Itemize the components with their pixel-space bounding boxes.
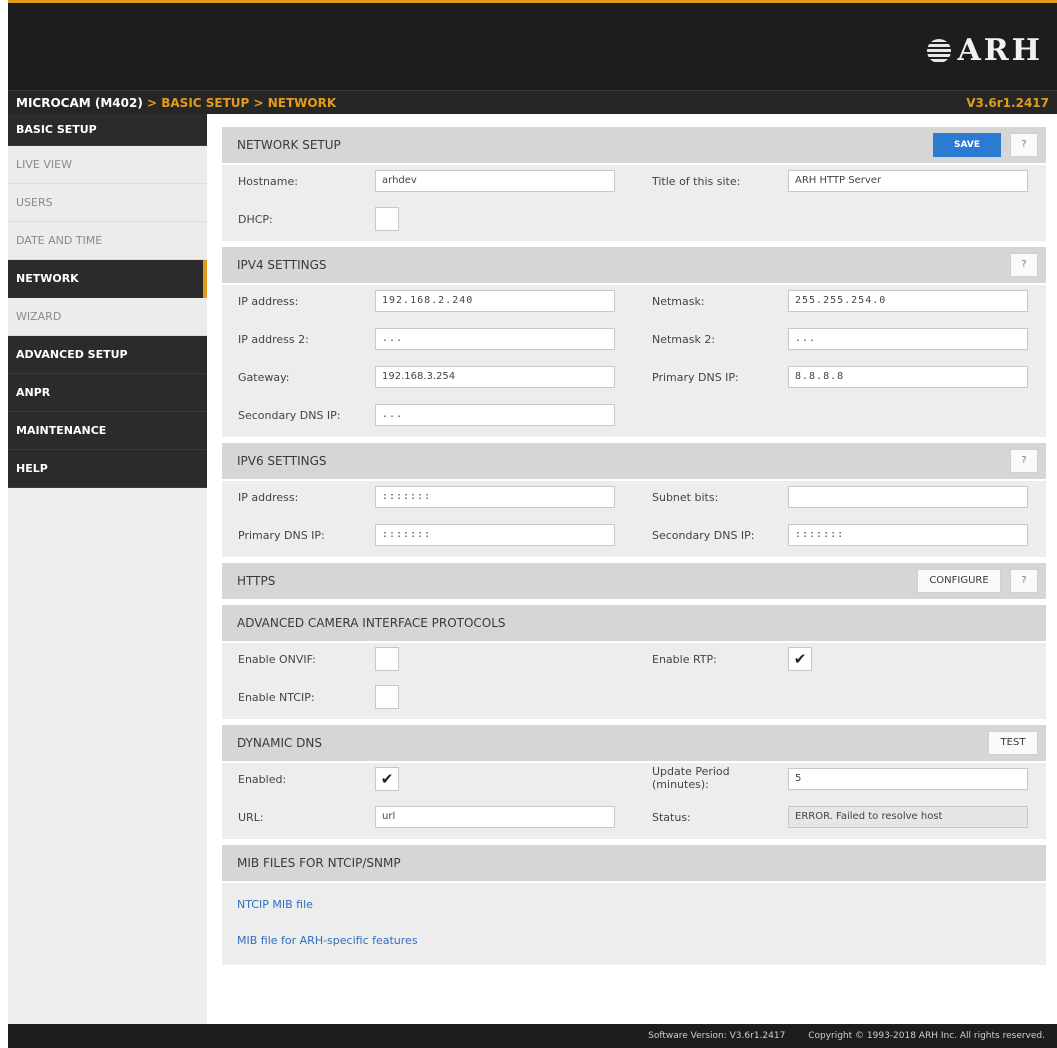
- globe-icon: [927, 38, 952, 63]
- ntcip-mib-link[interactable]: NTCIP MIB file: [222, 887, 1046, 923]
- primary-dns-label: Primary DNS IP:: [652, 371, 739, 384]
- ddns-status-label: Status:: [652, 811, 691, 824]
- ipv6-primary-dns-input[interactable]: :::::::: [375, 524, 615, 546]
- update-period-label-line1: Update Period: [652, 765, 730, 778]
- site-title-label: Title of this site:: [652, 175, 741, 188]
- sidebar-item-advanced-setup[interactable]: ADVANCED SETUP: [8, 336, 207, 374]
- ipv6-address-input[interactable]: :::::::: [375, 486, 615, 508]
- breadcrumb-device: MICROCAM (M402): [16, 96, 143, 110]
- netmask-2-input[interactable]: ...: [788, 328, 1028, 350]
- rtp-checkbox[interactable]: ✔: [788, 647, 812, 671]
- dynamic-dns-header: DYNAMIC DNS TEST: [222, 725, 1046, 761]
- secondary-dns-input[interactable]: ...: [375, 404, 615, 426]
- arh-logo: ARH: [927, 33, 1043, 68]
- subnet-bits-label: Subnet bits:: [652, 491, 719, 504]
- help-button[interactable]: ?: [1010, 253, 1038, 277]
- ip-address-2-input[interactable]: ...: [375, 328, 615, 350]
- ddns-status-value: ERROR. Failed to resolve host: [788, 806, 1028, 828]
- gateway-label: Gateway:: [238, 371, 290, 384]
- sidebar-item-users[interactable]: USERS: [8, 184, 207, 222]
- section-title: ADVANCED CAMERA INTERFACE PROTOCOLS: [237, 616, 506, 630]
- site-title-input[interactable]: ARH HTTP Server: [788, 170, 1028, 192]
- onvif-checkbox[interactable]: [375, 647, 399, 671]
- hostname-label: Hostname:: [238, 175, 298, 188]
- copyright: Copyright © 1993-2018 ARH Inc. All right…: [808, 1031, 1045, 1041]
- help-button[interactable]: ?: [1010, 569, 1038, 593]
- ddns-enabled-label: Enabled:: [238, 773, 287, 786]
- ipv6-address-label: IP address:: [238, 491, 299, 504]
- gateway-input[interactable]: 192.168.3.254: [375, 366, 615, 388]
- ipv6-settings-header: IPV6 SETTINGS ?: [222, 443, 1046, 479]
- help-button[interactable]: ?: [1010, 133, 1038, 157]
- netmask-2-label: Netmask 2:: [652, 333, 716, 346]
- primary-dns-input[interactable]: 8.8.8.8: [788, 366, 1028, 388]
- ipv6-settings-body: IP address: ::::::: Subnet bits: Primary…: [222, 481, 1046, 557]
- section-title: IPV4 SETTINGS: [237, 258, 327, 272]
- sidebar-item-wizard[interactable]: WIZARD: [8, 298, 207, 336]
- ip-address-label: IP address:: [238, 295, 299, 308]
- secondary-dns-label: Secondary DNS IP:: [238, 409, 341, 422]
- ipv4-settings-body: IP address: 192.168.2.240 Netmask: 255.2…: [222, 285, 1046, 437]
- ddns-enabled-checkbox[interactable]: ✔: [375, 767, 399, 791]
- sidebar-item-help[interactable]: HELP: [8, 450, 207, 488]
- mib-files-body: NTCIP MIB file MIB file for ARH-specific…: [222, 883, 1046, 965]
- hostname-input[interactable]: arhdev: [375, 170, 615, 192]
- ddns-url-input[interactable]: url: [375, 806, 615, 828]
- ipv6-secondary-dns-input[interactable]: :::::::: [788, 524, 1028, 546]
- section-title: MIB FILES FOR NTCIP/SNMP: [237, 856, 401, 870]
- mib-files-header: MIB FILES FOR NTCIP/SNMP: [222, 845, 1046, 881]
- update-period-input[interactable]: 5: [788, 768, 1028, 790]
- rtp-label: Enable RTP:: [652, 653, 717, 666]
- save-button[interactable]: SAVE: [933, 133, 1001, 157]
- test-button[interactable]: TEST: [988, 731, 1038, 755]
- onvif-label: Enable ONVIF:: [238, 653, 316, 666]
- ip-address-input[interactable]: 192.168.2.240: [375, 290, 615, 312]
- sidebar: BASIC SETUP LIVE VIEW USERS DATE AND TIM…: [8, 114, 207, 1024]
- update-period-label: Update Period (minutes):: [652, 765, 730, 791]
- dhcp-checkbox[interactable]: [375, 207, 399, 231]
- protocols-header: ADVANCED CAMERA INTERFACE PROTOCOLS: [222, 605, 1046, 641]
- sidebar-item-live-view[interactable]: LIVE VIEW: [8, 146, 207, 184]
- ntcip-label: Enable NTCIP:: [238, 691, 315, 704]
- sidebar-item-maintenance[interactable]: MAINTENANCE: [8, 412, 207, 450]
- netmask-label: Netmask:: [652, 295, 705, 308]
- configure-button[interactable]: CONFIGURE: [917, 569, 1001, 593]
- protocols-body: Enable ONVIF: Enable RTP: ✔ Enable NTCIP…: [222, 643, 1046, 719]
- main-content: NETWORK SETUP SAVE ? Hostname: arhdev Ti…: [222, 127, 1046, 971]
- help-button[interactable]: ?: [1010, 449, 1038, 473]
- section-title: NETWORK SETUP: [237, 138, 341, 152]
- ipv6-secondary-dns-label: Secondary DNS IP:: [652, 529, 755, 542]
- breadcrumb: MICROCAM (M402) > BASIC SETUP > NETWORK: [16, 96, 336, 110]
- dhcp-label: DHCP:: [238, 213, 273, 226]
- firmware-version: V3.6r1.2417: [966, 96, 1049, 110]
- network-setup-body: Hostname: arhdev Title of this site: ARH…: [222, 165, 1046, 241]
- top-banner: ARH: [8, 0, 1057, 90]
- update-period-label-line2: (minutes):: [652, 778, 709, 791]
- section-title: HTTPS: [237, 574, 276, 588]
- software-version: Software Version: V3.6r1.2417: [648, 1031, 786, 1041]
- network-setup-header: NETWORK SETUP SAVE ?: [222, 127, 1046, 163]
- breadcrumb-bar: MICROCAM (M402) > BASIC SETUP > NETWORK …: [8, 90, 1057, 114]
- logo-text: ARH: [957, 33, 1043, 68]
- https-header: HTTPS CONFIGURE ?: [222, 563, 1046, 599]
- section-title: DYNAMIC DNS: [237, 736, 323, 750]
- netmask-input[interactable]: 255.255.254.0: [788, 290, 1028, 312]
- section-title: IPV6 SETTINGS: [237, 454, 327, 468]
- ipv6-primary-dns-label: Primary DNS IP:: [238, 529, 325, 542]
- sidebar-item-basic-setup[interactable]: BASIC SETUP: [8, 114, 207, 146]
- ddns-url-label: URL:: [238, 811, 264, 824]
- footer: Software Version: V3.6r1.2417 Copyright …: [8, 1024, 1057, 1048]
- ipv4-settings-header: IPV4 SETTINGS ?: [222, 247, 1046, 283]
- dynamic-dns-body: Enabled: ✔ Update Period (minutes): 5 UR…: [222, 763, 1046, 839]
- sidebar-item-date-and-time[interactable]: DATE AND TIME: [8, 222, 207, 260]
- breadcrumb-path: > BASIC SETUP > NETWORK: [142, 96, 337, 110]
- ip-address-2-label: IP address 2:: [238, 333, 309, 346]
- sidebar-item-anpr[interactable]: ANPR: [8, 374, 207, 412]
- subnet-bits-input[interactable]: [788, 486, 1028, 508]
- ntcip-checkbox[interactable]: [375, 685, 399, 709]
- sidebar-item-network[interactable]: NETWORK: [8, 260, 207, 298]
- arh-mib-link[interactable]: MIB file for ARH-specific features: [222, 923, 1046, 959]
